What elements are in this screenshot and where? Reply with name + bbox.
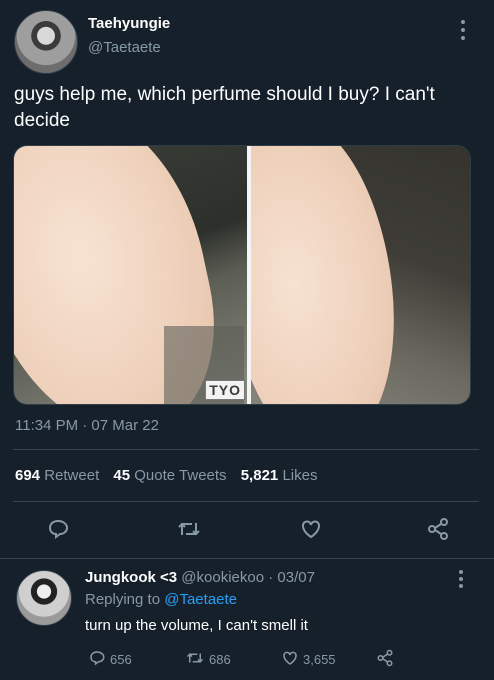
author-display-name[interactable]: Taehyungie xyxy=(88,15,170,32)
replying-to: Replying to @Taetaete xyxy=(85,591,237,608)
reply-action-retweet[interactable]: 686 xyxy=(185,649,231,670)
reply-icon xyxy=(88,649,106,670)
tweet-media[interactable]: TYO xyxy=(13,145,471,405)
tweet-text: guys help me, which perfume should I buy… xyxy=(14,84,435,131)
reply-handle-date[interactable]: @kookiekoo · 03/07 xyxy=(181,569,315,586)
watermark-logo: TYO xyxy=(205,380,245,400)
tweet-stats: 694 Retweet 45 Quote Tweets 5,821 Likes xyxy=(15,467,317,484)
likes-label: Likes xyxy=(282,467,318,484)
retweet-icon xyxy=(185,649,205,670)
reply-author-avatar[interactable] xyxy=(16,570,72,626)
more-vertical-icon[interactable] xyxy=(456,569,466,589)
like-icon[interactable] xyxy=(299,517,323,541)
reply-icon[interactable] xyxy=(46,517,70,541)
quote-stat[interactable]: 45 Quote Tweets xyxy=(113,467,230,484)
more-vertical-icon[interactable] xyxy=(458,18,468,42)
likes-count: 5,821 xyxy=(240,467,279,484)
share-icon[interactable] xyxy=(376,649,394,667)
media-image-right[interactable] xyxy=(251,146,470,404)
likes-stat[interactable]: 5,821 Likes xyxy=(241,467,318,484)
tweet-timestamp[interactable]: 11:34 PM · 07 Mar 22 xyxy=(15,417,159,434)
quote-label: Quote Tweets xyxy=(134,467,227,484)
divider xyxy=(13,449,479,450)
reply-action-like[interactable]: 3,655 xyxy=(281,649,336,670)
reply-action-reply[interactable]: 656 xyxy=(88,649,132,670)
reply-count: 656 xyxy=(110,652,132,667)
share-icon[interactable] xyxy=(426,517,450,541)
replying-to-prefix: Replying to xyxy=(85,591,161,608)
divider xyxy=(13,501,479,502)
retweet-label: Retweet xyxy=(44,467,100,484)
like-count: 3,655 xyxy=(303,652,336,667)
divider xyxy=(0,558,494,559)
retweet-icon[interactable] xyxy=(176,517,202,541)
replying-to-handle[interactable]: @Taetaete xyxy=(164,591,237,608)
reply-header: Jungkook <3 @kookiekoo · 03/07 xyxy=(85,569,315,586)
retweet-count: 694 xyxy=(15,467,41,484)
media-image-left[interactable]: TYO xyxy=(14,146,247,404)
quote-count: 45 xyxy=(113,467,131,484)
reply-text: turn up the volume, I can't smell it xyxy=(85,617,308,634)
author-handle[interactable]: @Taetaete xyxy=(88,39,161,56)
reply-display-name[interactable]: Jungkook <3 xyxy=(85,569,177,586)
author-avatar[interactable] xyxy=(14,10,78,74)
retweet-stat[interactable]: 694 Retweet xyxy=(15,467,103,484)
retweet-count: 686 xyxy=(209,652,231,667)
like-icon xyxy=(281,649,299,670)
